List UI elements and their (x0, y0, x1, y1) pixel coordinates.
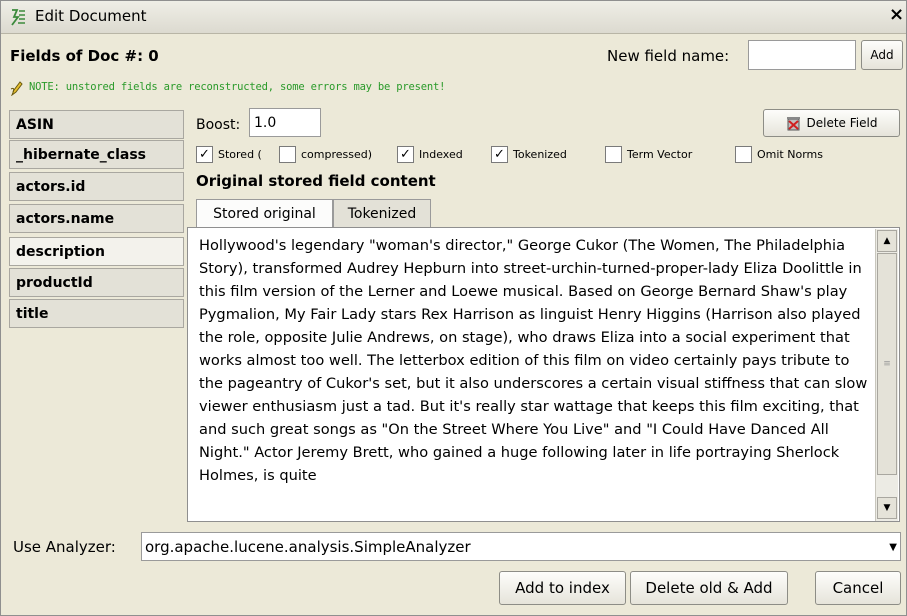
close-icon[interactable]: × (889, 4, 904, 25)
analyzer-select[interactable]: org.apache.lucene.analysis.SimpleAnalyze… (141, 532, 901, 561)
arrow-up-icon: ▲ (883, 236, 891, 246)
scroll-up-button[interactable]: ▲ (877, 230, 897, 252)
new-field-name-label: New field name: (607, 47, 730, 65)
stored-checkbox[interactable]: ✓ (196, 146, 213, 163)
field-content-textarea[interactable]: Hollywood's legendary "woman's director,… (187, 227, 900, 522)
indexed-checkbox[interactable]: ✓ (397, 146, 414, 163)
field-item-actors-id[interactable]: actors.id (9, 172, 184, 201)
tab-tokenized[interactable]: Tokenized (333, 199, 431, 227)
analyzer-label: Use Analyzer: (13, 538, 116, 556)
delete-field-label: Delete Field (806, 116, 878, 130)
add-to-index-button[interactable]: Add to index (499, 571, 626, 605)
pencil-note-icon (10, 81, 23, 96)
vertical-scrollbar[interactable]: ▲ ≡ ▼ (875, 229, 898, 521)
field-item-description[interactable]: description (9, 237, 184, 266)
tokenized-checkbox-label: Tokenized (513, 148, 567, 161)
field-item-asin[interactable]: ASIN (9, 110, 184, 139)
fields-of-doc-label: Fields of Doc #: 0 (10, 47, 159, 65)
compressed-checkbox[interactable] (279, 146, 296, 163)
omit-norms-checkbox-label: Omit Norms (757, 148, 823, 161)
stored-checkbox-label: Stored ( (218, 148, 262, 161)
indexed-checkbox-label: Indexed (419, 148, 463, 161)
arrow-down-icon: ▼ (883, 503, 891, 513)
compressed-checkbox-label: compressed) (301, 148, 373, 161)
omit-norms-checkbox[interactable] (735, 146, 752, 163)
boost-label: Boost: (196, 117, 241, 133)
tab-stored-original[interactable]: Stored original (196, 199, 333, 227)
grip-icon: ≡ (883, 359, 891, 369)
add-field-button[interactable]: Add (861, 40, 903, 70)
boost-input[interactable]: 1.0 (249, 108, 321, 137)
field-item-title[interactable]: title (9, 299, 184, 328)
field-content-text[interactable]: Hollywood's legendary "woman's director,… (199, 234, 869, 487)
field-item-productid[interactable]: productId (9, 268, 184, 297)
scroll-down-button[interactable]: ▼ (877, 497, 897, 519)
trash-icon (786, 117, 800, 131)
scroll-thumb[interactable]: ≡ (877, 253, 897, 475)
cancel-button[interactable]: Cancel (815, 571, 901, 605)
app-icon (11, 9, 25, 26)
dropdown-arrow-icon[interactable]: ▼ (889, 542, 897, 553)
delete-field-button[interactable]: Delete Field (763, 109, 900, 137)
field-item-actors-name[interactable]: actors.name (9, 204, 184, 233)
edit-document-window: Edit Document × Fields of Doc #: 0 New f… (0, 0, 907, 616)
window-title: Edit Document (35, 7, 147, 25)
reconstruction-note: NOTE: unstored fields are reconstructed,… (29, 81, 446, 93)
tokenized-checkbox[interactable]: ✓ (491, 146, 508, 163)
analyzer-value: org.apache.lucene.analysis.SimpleAnalyze… (145, 537, 471, 556)
original-content-heading: Original stored field content (196, 172, 436, 190)
delete-old-add-button[interactable]: Delete old & Add (630, 571, 788, 605)
term-vector-checkbox-label: Term Vector (627, 148, 693, 161)
new-field-name-input[interactable] (748, 40, 856, 70)
title-bar: Edit Document × (1, 1, 906, 34)
term-vector-checkbox[interactable] (605, 146, 622, 163)
field-item-hibernate-class[interactable]: _hibernate_class (9, 140, 184, 169)
